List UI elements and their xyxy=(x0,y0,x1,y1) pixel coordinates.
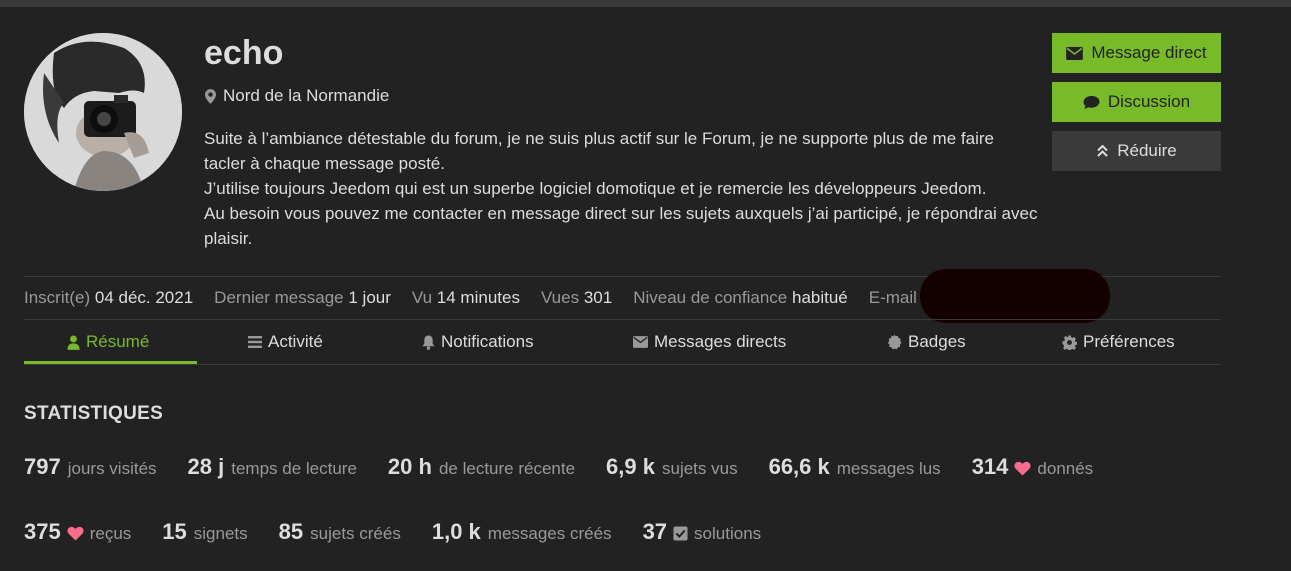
stat-temps-lecture: 28 j temps de lecture xyxy=(188,454,357,480)
meta-dernier-label: Dernier message xyxy=(214,288,344,307)
tab-activite-label: Activité xyxy=(268,332,323,351)
meta-confiance: Niveau de confiance habitué xyxy=(633,288,848,308)
stats-row: 797 jours visités 28 j temps de lecture … xyxy=(24,454,1124,480)
stat-value: 28 j xyxy=(187,454,225,479)
double-chevron-up-icon xyxy=(1097,144,1108,157)
stats-title: STATISTIQUES xyxy=(24,403,164,424)
reduire-button[interactable]: Réduire xyxy=(1052,131,1221,171)
tab-messages-directs-label: Messages directs xyxy=(654,332,787,351)
profile-actions: Message direct Discussion Réduire xyxy=(1052,33,1221,180)
stat-label: sujets vus xyxy=(661,459,738,478)
stat-signets: 15 signets xyxy=(162,519,247,545)
stat-value: 66,6 k xyxy=(768,454,830,479)
stat-solutions: 37 solutions xyxy=(643,519,762,545)
stats-row: 375 reçus 15 signets 85 sujets créés 1,0… xyxy=(24,519,792,545)
stat-value: 37 xyxy=(642,519,668,544)
stat-value: 6,9 k xyxy=(606,454,655,479)
meta-email-label: E-mail xyxy=(868,288,917,307)
stat-likes-donnes: 314 donnés xyxy=(972,454,1094,480)
stat-value: 15 xyxy=(162,519,187,544)
meta-inscrit: Inscrit(e) 04 déc. 2021 xyxy=(24,288,193,308)
discussion-label: Discussion xyxy=(1107,92,1191,111)
meta-vues: Vues 301 xyxy=(541,288,612,308)
stat-label: donnés xyxy=(1037,459,1094,478)
bio: Suite à l’ambiance détestable du forum, … xyxy=(204,126,1039,251)
discussion-button[interactable]: Discussion xyxy=(1052,82,1221,122)
heart-icon xyxy=(1014,461,1031,476)
tab-activite[interactable]: Activité xyxy=(248,320,323,364)
tab-messages-directs[interactable]: Messages directs xyxy=(633,320,786,364)
profile-tabs: Résumé Activité Notifications Messages d… xyxy=(24,319,1221,365)
heart-icon xyxy=(67,526,84,541)
username: echo xyxy=(204,34,284,72)
comment-icon xyxy=(1083,95,1100,109)
email-redaction xyxy=(919,269,1110,323)
reduire-label: Réduire xyxy=(1117,141,1177,160)
tab-badges[interactable]: Badges xyxy=(886,320,966,364)
avatar[interactable] xyxy=(24,33,182,191)
stat-value: 1,0 k xyxy=(431,519,481,544)
tab-badges-label: Badges xyxy=(908,332,966,351)
stat-messages-crees: 1,0 k messages créés xyxy=(432,519,612,545)
tab-preferences-label: Préférences xyxy=(1083,332,1175,351)
user-meta-bar: Inscrit(e) 04 déc. 2021 Dernier message … xyxy=(24,269,1221,323)
active-tab-indicator xyxy=(24,361,197,364)
message-direct-label: Message direct xyxy=(1091,43,1207,62)
meta-inscrit-value: 04 déc. 2021 xyxy=(94,288,194,307)
tab-notifications-label: Notifications xyxy=(441,332,534,351)
map-marker-icon xyxy=(205,88,216,104)
meta-confiance-value[interactable]: habitué xyxy=(792,288,848,307)
stat-value: 20 h xyxy=(387,454,432,479)
meta-dernier-message: Dernier message 1 jour xyxy=(214,288,391,308)
stat-label: de lecture récente xyxy=(438,459,576,478)
stat-label: jours visités xyxy=(67,459,157,478)
tab-preferences[interactable]: Préférences xyxy=(1062,320,1175,364)
cog-icon xyxy=(1062,334,1077,350)
meta-inscrit-label: Inscrit(e) xyxy=(24,288,91,307)
location: Nord de la Normandie xyxy=(205,85,389,107)
bio-line: Suite à l’ambiance détestable du forum, … xyxy=(204,129,994,173)
message-direct-button[interactable]: Message direct xyxy=(1052,33,1221,73)
stat-value: 375 xyxy=(24,519,61,544)
top-header-bar xyxy=(0,0,1291,7)
stat-lecture-recente: 20 h de lecture récente xyxy=(388,454,575,480)
stat-label: signets xyxy=(193,524,248,543)
tab-resume-label: Résumé xyxy=(86,332,150,351)
check-square-icon xyxy=(673,526,688,541)
stat-value: 314 xyxy=(971,454,1009,479)
bio-line: J’utilise toujours Jeedom qui est un sup… xyxy=(204,179,987,198)
tab-resume[interactable]: Résumé xyxy=(67,320,149,364)
stat-label: reçus xyxy=(89,524,132,543)
certificate-icon xyxy=(887,334,902,350)
avatar-photo xyxy=(24,33,182,191)
stat-sujets-crees: 85 sujets créés xyxy=(279,519,401,545)
bars-icon xyxy=(248,336,262,348)
meta-vu-value: 14 minutes xyxy=(436,288,520,307)
stat-label: messages lus xyxy=(836,459,941,478)
location-text: Nord de la Normandie xyxy=(223,86,390,105)
meta-email: E-mail xyxy=(868,269,1110,325)
meta-confiance-label: Niveau de confiance xyxy=(633,288,788,307)
stat-value: 85 xyxy=(278,519,304,544)
stat-messages-lus: 66,6 k messages lus xyxy=(769,454,941,480)
meta-vu-label: Vu xyxy=(411,288,433,307)
meta-vues-value: 301 xyxy=(583,288,613,307)
meta-dernier-value[interactable]: 1 jour xyxy=(348,288,391,307)
stat-jours-visites: 797 jours visités xyxy=(24,454,157,480)
meta-vu: Vu 14 minutes xyxy=(412,288,520,308)
stat-sujets-vus: 6,9 k sujets vus xyxy=(606,454,738,480)
stat-label: sujets créés xyxy=(310,524,401,543)
stat-label: temps de lecture xyxy=(231,459,357,478)
stat-likes-recus: 375 reçus xyxy=(24,519,131,545)
envelope-icon xyxy=(633,336,648,348)
stat-value: 797 xyxy=(24,454,61,479)
envelope-icon xyxy=(1066,46,1084,60)
stat-label: messages créés xyxy=(487,524,612,543)
bio-line: Au besoin vous pouvez me contacter en me… xyxy=(204,204,1038,248)
user-icon xyxy=(67,335,80,350)
bell-icon xyxy=(422,335,435,350)
tab-notifications[interactable]: Notifications xyxy=(422,320,534,364)
meta-vues-label: Vues xyxy=(540,288,580,307)
stat-label: solutions xyxy=(694,524,762,543)
